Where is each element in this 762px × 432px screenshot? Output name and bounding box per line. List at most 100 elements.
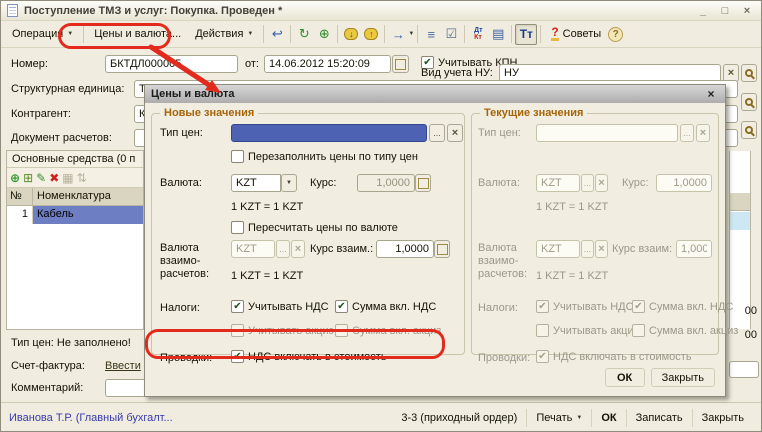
reread-icon[interactable]: ↩ <box>267 24 287 44</box>
chevron-down-icon[interactable]: ▼ <box>408 31 414 37</box>
clear-icon: × <box>728 67 734 79</box>
mutual-rate-input[interactable]: 1,0000 <box>376 240 434 258</box>
advice-icon: ? <box>551 27 558 41</box>
check-icon: ✔ <box>634 302 642 312</box>
comment-label: Комментарий: <box>11 382 83 394</box>
ok-button[interactable]: ОК <box>591 409 625 427</box>
mutual-rate-label: Курс взаим.: <box>310 243 373 255</box>
checklist-icon[interactable]: ☑ <box>441 24 461 44</box>
add-row-icon[interactable]: ⊕ <box>10 171 20 185</box>
tabular-section-panel: Основные средства (0 п ⊕ ⊞ ✎ ✖ ▦ ⇅ № Ном… <box>6 150 144 330</box>
settlement-doc-label: Документ расчетов: <box>11 132 112 144</box>
unpost-document-icon[interactable]: ↑ <box>361 24 381 44</box>
totals-toggle-button[interactable]: Тт <box>515 24 537 45</box>
mutual-rate-label: Курс взаим: <box>612 243 672 255</box>
move-row-icon: ⇅ <box>77 171 87 185</box>
save-button[interactable]: Записать <box>626 409 692 427</box>
disabled-grid-icon: ▦ <box>62 171 73 185</box>
minimize-button[interactable]: _ <box>695 4 711 18</box>
doc-type-label: 3-3 (приходный ордер) <box>392 409 526 427</box>
currency-combo[interactable]: KZT <box>231 174 281 192</box>
field-fragment[interactable] <box>729 361 759 378</box>
structure-icon[interactable]: ≡ <box>421 24 441 44</box>
operation-label: Операция <box>12 28 63 40</box>
edit-row-icon[interactable]: ✎ <box>36 171 46 185</box>
tab-fixed-assets[interactable]: Основные средства (0 п <box>7 151 143 168</box>
vat-checkbox[interactable]: ✔ Учитывать НДС <box>231 300 329 313</box>
invoice-enter-link[interactable]: Ввести <box>105 360 141 372</box>
table-header: № Номенклатура <box>7 188 143 206</box>
journal-icon[interactable]: ▤ <box>488 24 508 44</box>
chevron-down-icon: ▼ <box>247 31 253 37</box>
delete-row-icon[interactable]: ✖ <box>49 171 59 185</box>
group-new-values: Новые значения Тип цен: ... × Перезаполн… <box>151 113 465 355</box>
dialog-close-icon[interactable]: × <box>703 87 719 101</box>
unit-select-button[interactable] <box>741 93 757 111</box>
copy-document-icon[interactable]: ⊕ <box>314 24 334 44</box>
refill-prices-checkbox[interactable]: Перезаполнить цены по типу цен <box>231 150 418 163</box>
excise-included-checkbox-current: Сумма вкл. акциз <box>632 324 738 337</box>
search-icon <box>745 69 753 77</box>
comment-input[interactable] <box>105 379 147 397</box>
type-label: Тип цен: <box>160 127 203 139</box>
select-button: ... <box>581 174 594 192</box>
currency-label: Валюта: <box>160 177 202 189</box>
price-type-select-button[interactable]: ... <box>429 124 445 142</box>
recalc-by-currency-checkbox[interactable]: Пересчитать цены по валюте <box>231 221 398 234</box>
tips-button[interactable]: ? Советы <box>544 24 608 44</box>
post-document-icon[interactable]: ↓ <box>341 24 361 44</box>
dialog-titlebar: Цены и валюта × <box>145 85 725 103</box>
date-label: от: <box>245 58 259 70</box>
dialog-title: Цены и валюта <box>151 88 235 100</box>
rate-calculator-button[interactable] <box>415 174 431 192</box>
calendar-button[interactable] <box>392 55 409 73</box>
col-num: № <box>7 188 33 205</box>
document-icon <box>7 4 18 17</box>
selected-cell: Кабель <box>33 206 143 224</box>
calculator-icon <box>437 244 448 255</box>
taxes-label: Налоги: <box>160 302 200 314</box>
maximize-button[interactable]: □ <box>717 4 733 18</box>
dtkt-icon[interactable]: Дт Кт <box>468 24 488 44</box>
nu-select-button[interactable] <box>741 64 757 82</box>
rate-label: Курс: <box>622 177 648 189</box>
print-button[interactable]: Печать ▼ <box>526 409 591 427</box>
vat-included-checkbox[interactable]: ✔ Сумма вкл. НДС <box>335 300 436 313</box>
goto-icon[interactable]: → <box>388 24 408 44</box>
calculator-icon <box>418 178 429 189</box>
price-type-clear-button[interactable]: × <box>447 124 463 142</box>
contractor-select-button[interactable] <box>741 121 757 139</box>
refresh-icon[interactable]: ↻ <box>294 24 314 44</box>
table-row[interactable]: 1 Кабель <box>7 206 143 224</box>
clear-icon: × <box>452 127 458 139</box>
operation-menu-button[interactable]: Операция ▼ <box>5 25 80 43</box>
vat-in-cost-checkbox[interactable]: ✔ НДС включать в стоимость <box>231 350 387 363</box>
mutual-currency-input: KZT <box>231 240 275 258</box>
parity-text: 1 KZT = 1 KZT <box>536 270 608 282</box>
prices-currency-label: Цены и валюта... <box>94 28 181 40</box>
actions-menu-button[interactable]: Действия ▼ <box>188 25 260 43</box>
toolbar-separator <box>417 25 418 43</box>
contractor-label: Контрагент: <box>11 108 71 120</box>
help-icon[interactable]: ? <box>608 27 623 42</box>
dialog-ok-button[interactable]: ОК <box>605 368 645 387</box>
close-button[interactable]: × <box>739 4 755 18</box>
toolbar-separator <box>540 25 541 43</box>
price-type-note: Тип цен: Не заполнено! <box>11 337 131 349</box>
copy-row-icon[interactable]: ⊞ <box>23 171 33 185</box>
excise-checkbox-current: Учитывать акциз <box>536 324 639 337</box>
group-title: Текущие значения <box>480 107 587 119</box>
date-input[interactable]: 14.06.2012 15:20:09 <box>264 55 391 73</box>
search-icon <box>745 98 753 106</box>
close-form-button[interactable]: Закрыть <box>692 409 753 427</box>
invoice-label: Счет-фактура: <box>11 360 85 372</box>
number-input[interactable]: БКТДЛ000005 <box>105 55 238 73</box>
price-type-input[interactable] <box>231 124 427 142</box>
col-nomenclature: Номенклатура <box>33 188 143 205</box>
search-icon <box>745 126 753 134</box>
dialog-close-button[interactable]: Закрыть <box>651 368 715 387</box>
prices-currency-button[interactable]: Цены и валюта... <box>87 25 188 43</box>
currency-dropdown-button[interactable]: ▼ <box>281 174 297 192</box>
mutual-rate-calculator-button[interactable] <box>434 240 450 258</box>
currency-label: Валюта: <box>478 177 520 189</box>
